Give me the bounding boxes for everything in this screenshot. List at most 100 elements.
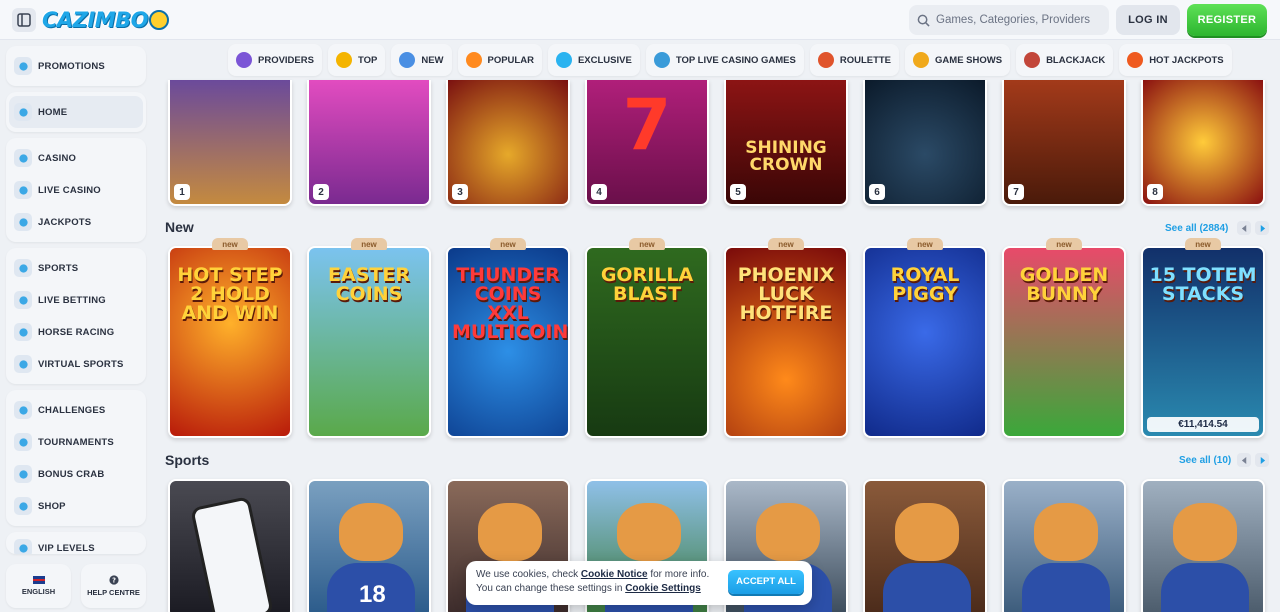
sports-section-title: Sports <box>165 452 210 468</box>
category-exclusive[interactable]: EXCLUSIVE <box>547 44 640 76</box>
sidebar-group: VIP LEVELS <box>6 532 146 554</box>
login-button[interactable]: LOG IN <box>1116 5 1180 35</box>
jersey-number: 18 <box>359 581 386 608</box>
sidebar-item-live-casino[interactable]: LIVE CASINO <box>6 174 146 206</box>
sidebar-item-live-betting[interactable]: LIVE BETTING <box>6 284 146 316</box>
sidebar-item-casino[interactable]: CASINO <box>6 142 146 174</box>
new-see-all-link[interactable]: See all (2884) <box>1165 223 1228 234</box>
game-tile[interactable]: 6 <box>863 80 987 206</box>
sidebar-item-shop[interactable]: SHOP <box>6 490 146 522</box>
game-tile[interactable]: 1 <box>168 80 292 206</box>
language-label: ENGLISH <box>21 587 56 596</box>
sidebar-item-home[interactable]: HOME <box>9 96 143 128</box>
rank-badge: 1 <box>174 184 190 200</box>
category-icon <box>236 52 252 68</box>
next-arrow-button[interactable] <box>1255 453 1269 467</box>
sidebar-item-horse-racing[interactable]: HORSE RACING <box>6 316 146 348</box>
game-tile[interactable]: ROYAL PIGGY <box>863 246 987 438</box>
sidebar-item-sports[interactable]: SPORTS <box>6 252 146 284</box>
sidebar-item-label: LIVE BETTING <box>38 294 106 306</box>
chevron-right-icon <box>1260 224 1265 232</box>
chevron-left-icon <box>1241 456 1246 464</box>
sports-tile[interactable] <box>1141 479 1265 612</box>
game-tile[interactable]: THUNDER COINS XXL MULTICOIN <box>446 246 570 438</box>
sidebar-item-vip-levels[interactable]: VIP LEVELS <box>6 532 146 554</box>
game-tile[interactable]: 74 <box>585 80 709 206</box>
sidebar-item-bonus-crab[interactable]: BONUS CRAB <box>6 458 146 490</box>
category-new[interactable]: NEW <box>391 44 452 76</box>
category-label: POPULAR <box>487 54 534 66</box>
search-input[interactable]: Games, Categories, Providers <box>909 5 1109 35</box>
cookie-text: for more info. <box>647 569 710 580</box>
gift-icon <box>14 57 32 75</box>
game-tile[interactable]: 7 <box>1002 80 1126 206</box>
sidebar-item-tournaments[interactable]: TOURNAMENTS <box>6 426 146 458</box>
dealer-icon <box>14 181 32 199</box>
menu-toggle-button[interactable] <box>12 8 36 32</box>
sports-see-all-link[interactable]: See all (10) <box>1179 455 1231 466</box>
site-logo[interactable]: CAZIMBO <box>42 6 169 34</box>
chevron-right-icon <box>1260 456 1265 464</box>
category-bar: PROVIDERS TOP NEW POPULAR EXCLUSIVE TOP LIVE … <box>228 44 1232 76</box>
category-label: TOP LIVE CASINO GAMES <box>675 54 796 66</box>
game-tile-wrapper: new HOT STEP 2 HOLD AND WIN <box>168 238 292 438</box>
category-blackjack[interactable]: BLACKJACK <box>1016 44 1114 76</box>
category-hot-jackpots[interactable]: HOT JACKPOTS <box>1119 44 1232 76</box>
game-tile[interactable]: SHINING CROWN 5 <box>724 80 848 206</box>
game-tile[interactable]: 3 <box>446 80 570 206</box>
cookie-notice-link[interactable]: Cookie Notice <box>581 569 648 580</box>
language-button[interactable]: ENGLISH <box>6 564 71 608</box>
next-arrow-button[interactable] <box>1255 221 1269 235</box>
category-roulette[interactable]: ROULETTE <box>809 44 900 76</box>
game-title: EASTER COINS <box>328 264 410 305</box>
sidebar-group: SPORTS LIVE BETTING HORSE RACING VIRTUAL SP… <box>6 248 146 384</box>
prev-arrow-button[interactable] <box>1237 453 1251 467</box>
sidebar-item-promotions[interactable]: PROMOTIONS <box>6 50 146 82</box>
sidebar-item-label: VIRTUAL SPORTS <box>38 358 124 370</box>
game-tile[interactable]: PHOENIX LUCK HOTFIRE <box>724 246 848 438</box>
game-tile[interactable]: HOT STEP 2 HOLD AND WIN <box>168 246 292 438</box>
sports-tile[interactable] <box>863 479 987 612</box>
category-game-shows[interactable]: GAME SHOWS <box>905 44 1011 76</box>
accept-all-button[interactable]: ACCEPT ALL <box>728 570 804 594</box>
sports-carousel-arrows <box>1237 453 1269 467</box>
sidebar-item-jackpots[interactable]: JACKPOTS <box>6 206 146 238</box>
sidebar-item-label: PROMOTIONS <box>38 60 105 72</box>
new-badge: new <box>1046 238 1082 250</box>
sports-tile[interactable]: 18 <box>307 479 431 612</box>
sidebar-group: PROMOTIONS <box>6 46 146 86</box>
game-tile[interactable]: 8 <box>1141 80 1265 206</box>
help-centre-button[interactable]: ? HELP CENTRE <box>81 564 146 608</box>
game-tile[interactable]: GOLDEN BUNNY <box>1002 246 1126 438</box>
sidebar-item-label: JACKPOTS <box>38 216 92 228</box>
top-games-row: 1 2 3 7 4 SHINING CROWN 5 6 7 8 <box>168 80 1265 206</box>
cat-mascot-illustration <box>339 503 403 561</box>
sidebar-item-label: CASINO <box>38 152 77 164</box>
game-tile-wrapper: new 15 TOTEM STACKS €11,414.54 <box>1141 238 1265 438</box>
rank-badge: 3 <box>452 184 468 200</box>
game-tile[interactable]: 15 TOTEM STACKS €11,414.54 <box>1141 246 1265 438</box>
category-top[interactable]: TOP <box>327 44 386 76</box>
register-button[interactable]: REGISTER <box>1187 4 1267 36</box>
sidebar-item-virtual-sports[interactable]: VIRTUAL SPORTS <box>6 348 146 380</box>
slot-machine-icon <box>14 149 32 167</box>
new-badge: new <box>1185 238 1221 250</box>
sidebar-group: CHALLENGES TOURNAMENTS BONUS CRAB SHOP <box>6 390 146 526</box>
game-tile-wrapper: new GORILLA BLAST <box>585 238 709 438</box>
cookie-settings-link[interactable]: Cookie Settings <box>625 583 701 594</box>
game-tile-wrapper: new ROYAL PIGGY <box>863 238 987 438</box>
game-tile[interactable]: 2 <box>307 80 431 206</box>
sports-tile[interactable] <box>168 479 292 612</box>
sidebar-item-challenges[interactable]: CHALLENGES <box>6 394 146 426</box>
cat-mascot-illustration <box>895 503 959 561</box>
game-tile[interactable]: GORILLA BLAST <box>585 246 709 438</box>
prev-arrow-button[interactable] <box>1237 221 1251 235</box>
sports-tile[interactable] <box>1002 479 1126 612</box>
shop-icon <box>14 497 32 515</box>
category-providers[interactable]: PROVIDERS <box>228 44 322 76</box>
game-tile[interactable]: EASTER COINS <box>307 246 431 438</box>
category-label: PROVIDERS <box>258 54 314 66</box>
category-popular[interactable]: POPULAR <box>457 44 542 76</box>
cat-mascot-illustration <box>1034 503 1098 561</box>
category-top-live-casino-games[interactable]: TOP LIVE CASINO GAMES <box>645 44 804 76</box>
